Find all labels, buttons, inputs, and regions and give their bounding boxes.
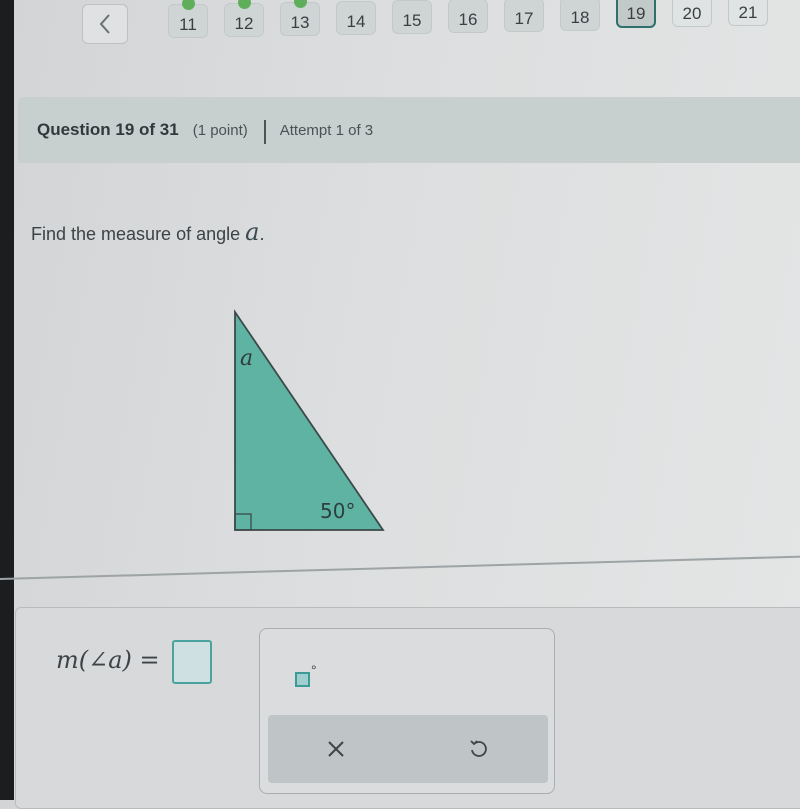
question-nav-label: 16 — [458, 10, 478, 29]
answer-input[interactable] — [172, 640, 212, 684]
question-nav-11[interactable]: 11 — [168, 0, 208, 38]
answer-expression: m(∠a) = — [56, 646, 160, 674]
undo-button[interactable] — [458, 731, 498, 767]
question-nav-17[interactable]: 17 — [504, 0, 544, 32]
question-nav-20[interactable]: 20 — [672, 0, 712, 27]
angle-label-a: a — [240, 346, 253, 371]
window-edge — [0, 0, 14, 800]
degree-symbol: ° — [311, 662, 317, 678]
question-nav-15[interactable]: 15 — [392, 0, 432, 34]
right-triangle — [234, 309, 385, 531]
close-icon — [328, 741, 344, 757]
clear-button[interactable] — [316, 731, 356, 767]
question-nav-18[interactable]: 18 — [560, 0, 600, 31]
prompt-text: Find the measure of angle — [31, 224, 246, 244]
question-nav-label: 15 — [402, 11, 422, 30]
degree-key[interactable]: ° — [295, 662, 323, 688]
undo-icon — [470, 740, 487, 757]
previous-button[interactable] — [82, 4, 128, 44]
math-keypad: ° — [259, 628, 555, 794]
question-points: (1 point) — [192, 122, 248, 139]
chevron-left-icon — [99, 14, 110, 34]
answered-indicator — [294, 0, 307, 8]
question-nav-16[interactable]: 16 — [448, 0, 488, 33]
answered-indicator — [238, 0, 251, 9]
question-nav-19[interactable]: 19 — [616, 0, 656, 28]
question-nav-label: 19 — [626, 4, 646, 23]
answered-indicator — [182, 0, 195, 10]
question-nav-label: 18 — [570, 8, 590, 27]
attempt-counter: Attempt 1 of 3 — [279, 122, 374, 139]
question-nav-12[interactable]: 12 — [224, 0, 264, 37]
triangle-diagram: a 50° — [234, 309, 385, 531]
header-divider — [263, 120, 266, 144]
question-header: Question 19 of 31 (1 point) Attempt 1 of… — [18, 97, 800, 163]
prompt-period: . — [259, 224, 265, 244]
question-navigator: 11 12 13 14 15 16 17 18 19 20 21 — [14, 0, 800, 60]
question-nav-14[interactable]: 14 — [336, 1, 376, 35]
section-divider — [0, 555, 800, 580]
question-nav-label: 20 — [682, 4, 702, 23]
angle-label-50: 50° — [320, 499, 355, 523]
placeholder-box-icon — [295, 672, 310, 687]
question-nav-label: 17 — [514, 9, 534, 28]
question-nav-label: 11 — [179, 15, 197, 34]
question-nav-21[interactable]: 21 — [728, 0, 768, 26]
keypad-actions — [268, 715, 548, 783]
question-title: Question 19 of 31 — [37, 120, 179, 139]
question-nav-label: 13 — [290, 13, 310, 32]
question-nav-label: 14 — [346, 12, 366, 31]
question-nav-13[interactable]: 13 — [280, 0, 320, 36]
question-nav-label: 12 — [234, 14, 254, 33]
question-prompt: Find the measure of angle a. — [31, 218, 264, 246]
prompt-variable: a — [245, 218, 260, 246]
question-nav-label: 21 — [738, 3, 758, 22]
